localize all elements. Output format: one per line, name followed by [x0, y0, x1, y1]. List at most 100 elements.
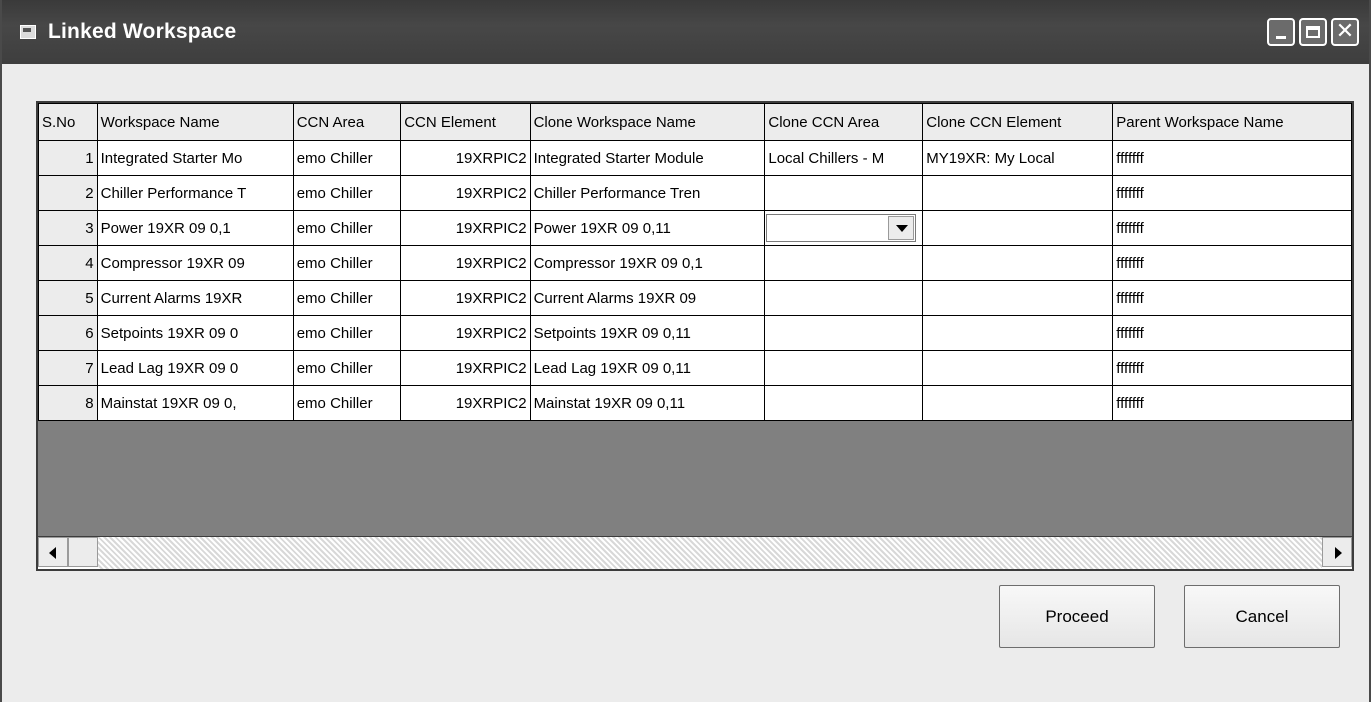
col-header-ccn-area[interactable]: CCN Area — [292, 103, 402, 141]
linked-workspace-window: Linked Workspace ✕ S.No Workspace Name C… — [0, 0, 1371, 702]
cell-workspace-name[interactable]: Setpoints 19XR 09 0 — [96, 315, 294, 351]
cell-clone-ccn-element[interactable] — [922, 175, 1114, 211]
maximize-icon — [1306, 26, 1320, 38]
close-icon: ✕ — [1335, 19, 1355, 44]
cell-clone-workspace-name[interactable]: Setpoints 19XR 09 0,11 — [529, 315, 766, 351]
cell-clone-ccn-area[interactable] — [764, 175, 924, 211]
cancel-button[interactable]: Cancel — [1184, 585, 1340, 648]
col-header-ccn-element[interactable]: CCN Element — [400, 103, 531, 141]
window-icon[interactable] — [20, 25, 36, 39]
cell-workspace-name[interactable]: Integrated Starter Mo — [96, 140, 294, 176]
clone-ccn-area-dropdown[interactable] — [766, 214, 917, 242]
cell-parent-workspace-name[interactable]: fffffff — [1112, 280, 1352, 316]
scrollbar-track[interactable] — [98, 537, 1322, 569]
row-number: 8 — [38, 385, 98, 421]
cell-ccn-area[interactable]: emo Chiller — [292, 280, 402, 316]
cell-clone-ccn-element[interactable] — [922, 350, 1114, 386]
cell-ccn-area[interactable]: emo Chiller — [292, 315, 402, 351]
cell-clone-workspace-name[interactable]: Power 19XR 09 0,11 — [529, 210, 766, 246]
cell-clone-ccn-element[interactable] — [922, 210, 1114, 246]
cell-clone-ccn-area[interactable] — [764, 245, 924, 281]
header-row: S.No Workspace Name CCN Area CCN Element… — [38, 103, 1352, 141]
cell-parent-workspace-name[interactable]: fffffff — [1112, 175, 1352, 211]
cell-clone-workspace-name[interactable]: Chiller Performance Tren — [529, 175, 766, 211]
row-number: 6 — [38, 315, 98, 351]
cell-ccn-area[interactable]: emo Chiller — [292, 210, 402, 246]
cell-clone-workspace-name[interactable]: Compressor 19XR 09 0,1 — [529, 245, 766, 281]
cell-workspace-name[interactable]: Lead Lag 19XR 09 0 — [96, 350, 294, 386]
row-number: 1 — [38, 140, 98, 176]
cell-clone-ccn-area — [764, 210, 924, 246]
cell-clone-workspace-name[interactable]: Lead Lag 19XR 09 0,11 — [529, 350, 766, 386]
table-row[interactable]: 6 Setpoints 19XR 09 0 emo Chiller 19XRPI… — [38, 315, 1352, 351]
cell-parent-workspace-name[interactable]: fffffff — [1112, 385, 1352, 421]
row-number: 5 — [38, 280, 98, 316]
row-number: 2 — [38, 175, 98, 211]
cell-parent-workspace-name[interactable]: fffffff — [1112, 210, 1352, 246]
cell-ccn-element[interactable]: 19XRPIC2 — [400, 350, 531, 386]
window-controls: ✕ — [1267, 18, 1359, 46]
cell-ccn-area[interactable]: emo Chiller — [292, 140, 402, 176]
cell-ccn-element[interactable]: 19XRPIC2 — [400, 245, 531, 281]
cell-ccn-element[interactable]: 19XRPIC2 — [400, 280, 531, 316]
cell-clone-workspace-name[interactable]: Mainstat 19XR 09 0,11 — [529, 385, 766, 421]
cell-ccn-element[interactable]: 19XRPIC2 — [400, 385, 531, 421]
cell-workspace-name[interactable]: Current Alarms 19XR — [96, 280, 294, 316]
cell-clone-ccn-area[interactable] — [764, 385, 924, 421]
table-row[interactable]: 4 Compressor 19XR 09 emo Chiller 19XRPIC… — [38, 245, 1352, 281]
row-number: 7 — [38, 350, 98, 386]
cell-clone-ccn-element[interactable]: MY19XR: My Local — [922, 140, 1114, 176]
scrollbar-thumb[interactable] — [68, 537, 98, 567]
cell-ccn-element[interactable]: 19XRPIC2 — [400, 175, 531, 211]
scroll-left-icon[interactable] — [38, 537, 68, 567]
proceed-button[interactable]: Proceed — [999, 585, 1155, 648]
close-button[interactable]: ✕ — [1331, 18, 1359, 46]
cell-ccn-area[interactable]: emo Chiller — [292, 245, 402, 281]
table-row[interactable]: 2 Chiller Performance T emo Chiller 19XR… — [38, 175, 1352, 211]
cell-workspace-name[interactable]: Chiller Performance T — [96, 175, 294, 211]
cell-clone-ccn-area[interactable] — [764, 350, 924, 386]
cell-ccn-area[interactable]: emo Chiller — [292, 350, 402, 386]
cell-parent-workspace-name[interactable]: fffffff — [1112, 140, 1352, 176]
cell-workspace-name[interactable]: Power 19XR 09 0,1 — [96, 210, 294, 246]
table-row[interactable]: 5 Current Alarms 19XR emo Chiller 19XRPI… — [38, 280, 1352, 316]
linked-workspace-grid[interactable]: S.No Workspace Name CCN Area CCN Element… — [36, 101, 1354, 571]
col-header-workspace-name[interactable]: Workspace Name — [96, 103, 294, 141]
cell-ccn-area[interactable]: emo Chiller — [292, 385, 402, 421]
cell-ccn-element[interactable]: 19XRPIC2 — [400, 210, 531, 246]
col-header-clone-workspace-name[interactable]: Clone Workspace Name — [529, 103, 766, 141]
table-row[interactable]: 8 Mainstat 19XR 09 0, emo Chiller 19XRPI… — [38, 385, 1352, 421]
cell-clone-ccn-element[interactable] — [922, 280, 1114, 316]
cell-clone-ccn-area[interactable] — [764, 280, 924, 316]
grid-table: S.No Workspace Name CCN Area CCN Element… — [38, 103, 1352, 421]
cell-clone-ccn-area[interactable] — [764, 315, 924, 351]
col-header-sno[interactable]: S.No — [38, 103, 98, 141]
col-header-clone-ccn-element[interactable]: Clone CCN Element — [922, 103, 1114, 141]
cell-ccn-area[interactable]: emo Chiller — [292, 175, 402, 211]
cell-parent-workspace-name[interactable]: fffffff — [1112, 245, 1352, 281]
minimize-button[interactable] — [1267, 18, 1295, 46]
cell-workspace-name[interactable]: Compressor 19XR 09 — [96, 245, 294, 281]
col-header-clone-ccn-area[interactable]: Clone CCN Area — [764, 103, 924, 141]
cell-parent-workspace-name[interactable]: fffffff — [1112, 315, 1352, 351]
table-row[interactable]: 3 Power 19XR 09 0,1 emo Chiller 19XRPIC2… — [38, 210, 1352, 246]
cell-ccn-element[interactable]: 19XRPIC2 — [400, 140, 531, 176]
cell-ccn-element[interactable]: 19XRPIC2 — [400, 315, 531, 351]
cell-clone-ccn-element[interactable] — [922, 315, 1114, 351]
cell-parent-workspace-name[interactable]: fffffff — [1112, 350, 1352, 386]
cell-clone-workspace-name[interactable]: Integrated Starter Module — [529, 140, 766, 176]
maximize-button[interactable] — [1299, 18, 1327, 46]
cell-clone-ccn-element[interactable] — [922, 385, 1114, 421]
dropdown-arrow-icon[interactable] — [888, 216, 915, 240]
cell-clone-workspace-name[interactable]: Current Alarms 19XR 09 — [529, 280, 766, 316]
table-row[interactable]: 1 Integrated Starter Mo emo Chiller 19XR… — [38, 140, 1352, 176]
cell-workspace-name[interactable]: Mainstat 19XR 09 0, — [96, 385, 294, 421]
cell-clone-ccn-element[interactable] — [922, 245, 1114, 281]
table-row[interactable]: 7 Lead Lag 19XR 09 0 emo Chiller 19XRPIC… — [38, 350, 1352, 386]
col-header-parent-workspace-name[interactable]: Parent Workspace Name — [1112, 103, 1352, 141]
scroll-right-icon[interactable] — [1322, 537, 1352, 567]
title-bar[interactable]: Linked Workspace ✕ — [2, 0, 1369, 64]
minimize-icon — [1276, 35, 1286, 39]
cell-clone-ccn-area[interactable]: Local Chillers - M — [764, 140, 924, 176]
horizontal-scrollbar[interactable] — [38, 536, 1352, 569]
